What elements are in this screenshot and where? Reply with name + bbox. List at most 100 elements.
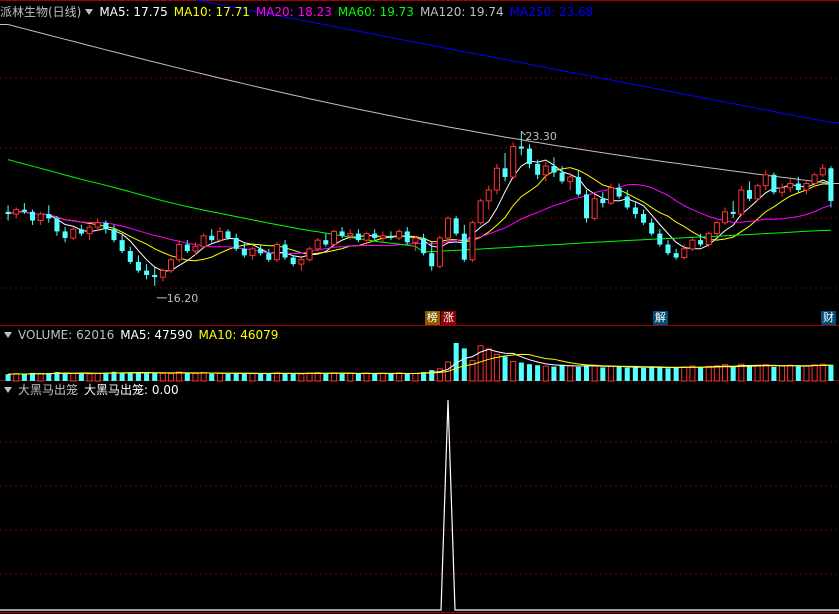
volume-bar-down — [388, 373, 394, 381]
volume-bar-down — [266, 373, 272, 381]
stock-name[interactable]: 派林生物(日线) — [0, 5, 81, 19]
volume-bar-down — [641, 367, 647, 381]
grid-lines — [0, 0, 839, 613]
price-header: 派林生物(日线) MA5: 17.75 MA10: 17.71 MA20: 18.23… — [0, 4, 605, 20]
ma-legend: MA5: 17.75 MA10: 17.71 MA20: 18.23 MA60: 19… — [99, 5, 599, 19]
candle-body-up — [176, 243, 183, 261]
dropdown-triangle-icon[interactable] — [4, 387, 12, 393]
candle-body-down — [421, 237, 427, 254]
candle-body-up — [477, 200, 484, 224]
candle-body-up — [330, 230, 337, 245]
volume-bar-down — [559, 364, 565, 381]
candle-body-down — [673, 253, 679, 258]
volume-bar-down — [730, 366, 736, 381]
candle-body-up — [13, 209, 20, 215]
volume-bar-up — [192, 372, 199, 382]
volume-bar-up — [13, 373, 20, 382]
volume-bar-down — [103, 372, 109, 381]
candle-body-up — [192, 246, 199, 252]
candle-body-up — [493, 167, 500, 191]
candle-body-down — [526, 148, 533, 164]
volume-bar-down — [184, 373, 190, 381]
candle-body-up — [811, 174, 818, 185]
ma-legend-item: MA5: 17.75 — [99, 5, 168, 19]
candle-body-up — [607, 187, 614, 204]
volume-bar-down — [600, 367, 606, 381]
candle-body-down — [518, 146, 524, 149]
volume-header: VOLUME: 62016 MA5: 47590 MA10: 46079 — [0, 327, 284, 343]
candle-body-up — [436, 237, 443, 267]
candle-body-up — [37, 213, 44, 222]
indicator-spike-line — [0, 399, 839, 611]
ma-line-ma120 — [0, 24, 839, 184]
candle-body-down — [559, 172, 565, 182]
candle-body-up — [819, 167, 826, 176]
volume-bar-down — [665, 368, 671, 381]
candle-body-up — [754, 185, 761, 200]
candle-body-up — [779, 187, 786, 193]
candle-body-up — [314, 239, 321, 250]
volume-bar-up — [94, 372, 101, 382]
dropdown-triangle-icon[interactable] — [85, 9, 94, 15]
candle-body-down — [266, 253, 272, 260]
ma-line-ma10 — [7, 167, 831, 262]
candle-body-down — [282, 244, 288, 258]
ma-legend-item: MA120: 19.74 — [419, 5, 504, 19]
event-tag[interactable]: 财 — [821, 311, 836, 325]
volume-bar-up — [681, 366, 688, 382]
volume-bar-down — [632, 367, 638, 381]
volume-bar-up — [200, 372, 207, 382]
candle-body-up — [713, 222, 720, 235]
candle-body-up — [542, 165, 549, 176]
candle-body-down — [649, 222, 655, 234]
candle-body-down — [461, 233, 467, 260]
candle-body-up — [200, 235, 207, 248]
candle-body-up — [803, 183, 810, 191]
volume-bar-up — [306, 372, 313, 382]
volume-bar-down — [698, 367, 704, 381]
candle-body-down — [233, 237, 239, 249]
candle-body-up — [216, 230, 223, 241]
volume-bar-up — [167, 373, 175, 382]
volume-bar-down — [461, 348, 467, 381]
volume-bar-down — [258, 373, 264, 381]
dropdown-triangle-icon[interactable] — [4, 332, 12, 338]
candle-body-up — [567, 176, 574, 182]
high-price-label: 23.30 — [525, 130, 557, 143]
event-tag[interactable]: 涨 — [441, 311, 456, 325]
volume-bar-up — [754, 364, 761, 382]
candle-body-down — [372, 233, 378, 238]
candle-body-down — [184, 244, 190, 252]
candle-body-down — [429, 253, 435, 267]
volume-ma5: MA5: 47590 — [120, 328, 193, 342]
ma-legend-item: MA10: 17.71 — [173, 5, 250, 19]
volume-bar-up — [379, 372, 386, 382]
candle-body-down — [698, 240, 704, 245]
candle-body-down — [144, 270, 150, 275]
candle-body-down — [225, 231, 231, 238]
candle-body-down — [657, 233, 663, 245]
chart-canvas: 23.30 16.20 — [0, 0, 839, 613]
volume-bar-up — [819, 363, 826, 382]
volume-bar-down — [339, 373, 345, 381]
candle-body-up — [681, 248, 688, 259]
volume-bar-down — [575, 366, 581, 381]
volume-bar-down — [657, 367, 663, 381]
event-tag[interactable]: 榜 — [424, 311, 440, 325]
event-tag[interactable]: 解 — [652, 311, 668, 325]
candle-body-down — [795, 183, 801, 191]
volume-bars — [5, 343, 834, 382]
candle-body-up — [705, 233, 712, 245]
volume-bar-down — [5, 374, 11, 381]
volume-bar-up — [70, 373, 77, 382]
ma-legend-item: MA250: 23.68 — [509, 5, 594, 19]
candle-body-down — [600, 198, 606, 204]
candle-body-down — [551, 166, 557, 173]
indicator-name[interactable]: 大黑马出笼 — [18, 383, 78, 397]
candle-body-up — [510, 145, 517, 178]
volume-bar-down — [404, 373, 410, 381]
volume-bar-down — [649, 366, 655, 381]
candle-body-down — [339, 231, 345, 236]
volume-bar-up — [811, 364, 818, 382]
candle-body-down — [771, 174, 777, 193]
